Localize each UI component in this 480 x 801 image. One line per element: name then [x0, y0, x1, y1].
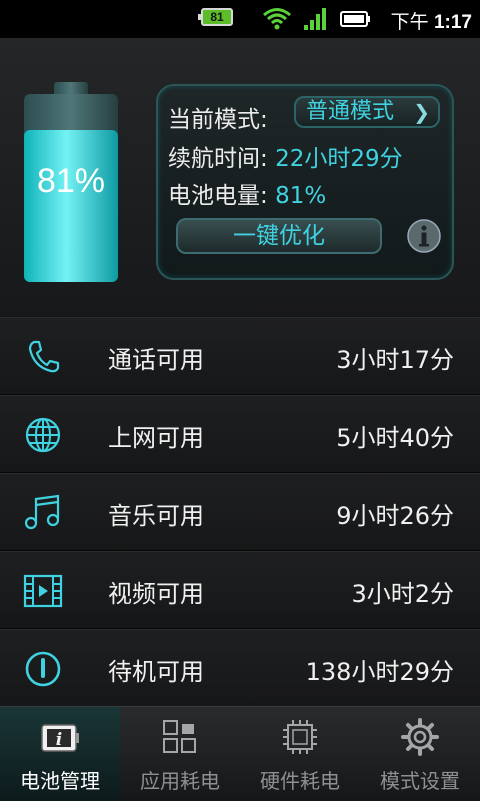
tab-label: 硬件耗电 [260, 769, 340, 793]
usage-value: 3小时17分 [336, 346, 454, 374]
signal-icon [304, 8, 326, 30]
status-bar: 81 下午 1:17 [0, 0, 480, 38]
tab-app-consumption[interactable]: 应用耗电 [120, 707, 240, 801]
tab-hardware-consumption[interactable]: 硬件耗电 [240, 707, 360, 801]
optimize-button[interactable]: 一键优化 [176, 218, 382, 254]
tab-battery-management[interactable]: i 电池管理 [0, 707, 120, 801]
apps-grid-icon [163, 720, 196, 753]
phone-icon [28, 340, 60, 373]
film-icon [23, 574, 63, 608]
charge-label: 电池电量: [168, 183, 268, 209]
battery-gauge: 81% [24, 82, 118, 282]
mode-select-button[interactable]: 普通模式 ❯ [294, 96, 440, 128]
power-icon [25, 651, 61, 687]
chip-icon [283, 720, 317, 754]
usage-list: 通话可用 3小时17分 上网可用 5小时40分 音乐可用 9小时26分 视频可用… [0, 317, 480, 707]
tab-mode-settings[interactable]: 模式设置 [360, 707, 480, 801]
charge-row: 电池电量: 81% [168, 176, 326, 210]
notification-battery-icon: 81 [198, 8, 233, 26]
clock: 下午 1:17 [391, 7, 472, 34]
clock-period: 下午 [390, 12, 429, 33]
usage-label: 音乐可用 [108, 502, 204, 530]
svg-text:i: i [56, 730, 62, 750]
tab-label: 电池管理 [20, 769, 100, 793]
gear-icon [401, 718, 439, 756]
usage-row-internet: 上网可用 5小时40分 [0, 395, 480, 473]
usage-row-video: 视频可用 3小时2分 [0, 551, 480, 629]
battery-info-icon: i [41, 724, 79, 752]
usage-value: 3小时2分 [351, 580, 454, 608]
info-panel: 当前模式: 普通模式 ❯ 续航时间: 22小时29分 电池电量: 81% 一键优… [156, 84, 454, 280]
usage-value: 138小时29分 [305, 658, 454, 686]
usage-value: 5小时40分 [336, 424, 454, 452]
mode-row: 当前模式: [168, 100, 268, 134]
battery-percentage: 81% [36, 162, 106, 200]
usage-row-music: 音乐可用 9小时26分 [0, 473, 480, 551]
usage-row-call: 通话可用 3小时17分 [0, 317, 480, 395]
mode-label: 当前模式: [168, 107, 268, 133]
wifi-icon [263, 8, 291, 30]
usage-label: 通话可用 [108, 346, 204, 374]
endurance-label: 续航时间: [168, 146, 268, 172]
phone-battery-icon [340, 11, 370, 27]
tab-label: 应用耗电 [140, 769, 220, 793]
usage-label: 待机可用 [108, 658, 204, 686]
music-icon [24, 494, 60, 530]
mode-value: 普通模式 [306, 99, 395, 124]
clock-time: 1:17 [433, 12, 472, 33]
battery-overview: 81% 当前模式: 普通模式 ❯ 续航时间: 22小时29分 电池电量: 81%… [0, 38, 480, 316]
usage-label: 视频可用 [108, 580, 204, 608]
usage-label: 上网可用 [108, 424, 204, 452]
bottom-nav: i 电池管理 应用耗电 硬件耗电 模式设置 [0, 706, 480, 801]
info-icon[interactable] [406, 218, 442, 254]
endurance-value: 22小时29分 [275, 146, 403, 172]
chevron-right-icon: ❯ [413, 100, 430, 124]
usage-row-standby: 待机可用 138小时29分 [0, 629, 480, 707]
endurance-row: 续航时间: 22小时29分 [168, 139, 403, 173]
globe-icon [25, 417, 61, 453]
tab-label: 模式设置 [380, 769, 460, 793]
charge-value: 81% [275, 183, 327, 209]
battery-fill [24, 130, 118, 282]
usage-value: 9小时26分 [336, 502, 454, 530]
